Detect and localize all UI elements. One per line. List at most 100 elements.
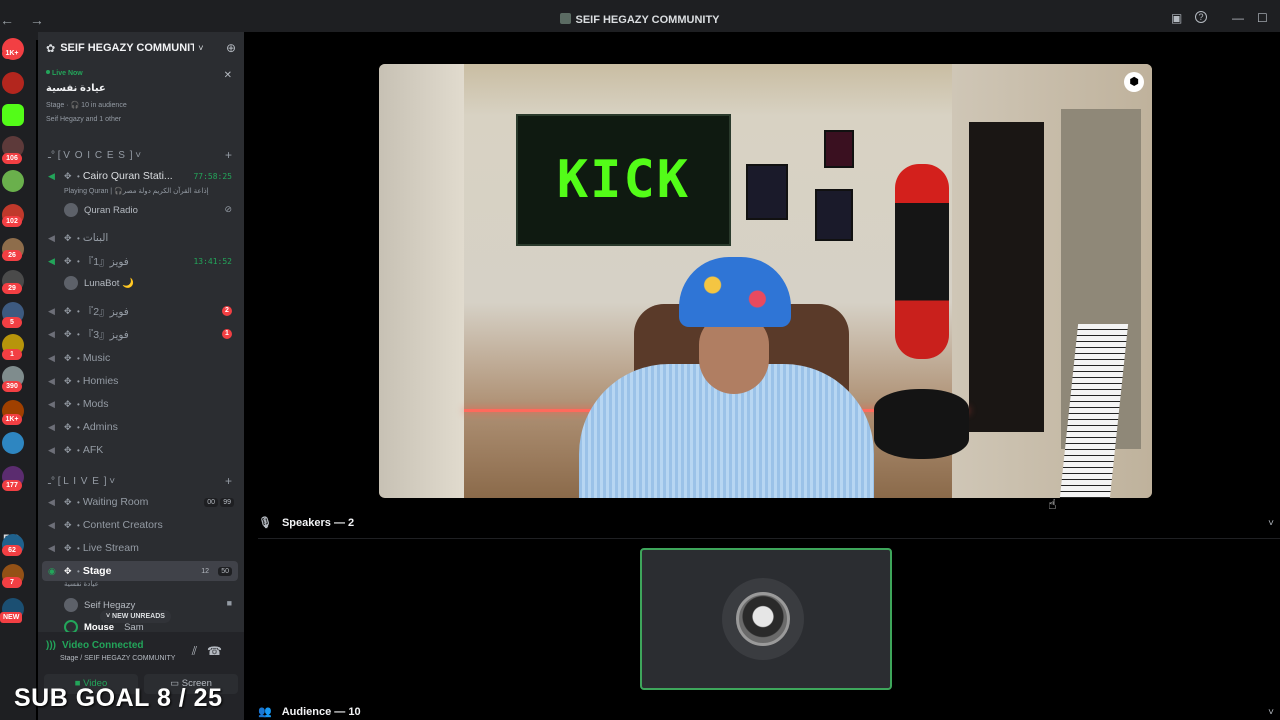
speaker-icon: ◀ xyxy=(48,444,55,455)
maximize-button[interactable]: ☐ xyxy=(1257,11,1268,25)
camera-icon: ■ xyxy=(226,598,232,608)
kick-server-icon[interactable] xyxy=(2,104,24,126)
new-unreads-pill[interactable]: NEW xyxy=(0,612,23,623)
channel-cairo-quran[interactable]: ◀ ✥ • Cairo Quran Stati... 77:58:25 xyxy=(38,166,244,186)
help-icon[interactable]: ? xyxy=(1195,11,1207,23)
rail-badge: 5 xyxy=(2,317,22,328)
live-dot-icon xyxy=(46,70,50,74)
speaker-icon: ◀ xyxy=(48,255,55,266)
noise-suppression-icon[interactable]: ⫽ xyxy=(192,644,207,658)
voice-location: Stage / SEIF HEGAZY COMMUNITY xyxy=(60,655,176,662)
server-icon[interactable] xyxy=(2,72,24,94)
chevron-down-icon: ˅ xyxy=(198,43,204,53)
invite-icon[interactable]: ⊕ xyxy=(226,41,236,55)
sub-goal-overlay: SUB GOAL 8 / 25 xyxy=(14,684,223,712)
channel-admins[interactable]: ◀ ✥ • Admins xyxy=(38,417,244,437)
wall-frame xyxy=(746,164,788,220)
chevron-down-icon[interactable]: ˅ xyxy=(1268,518,1274,529)
channel-icon: ✥ xyxy=(64,305,72,316)
avatar xyxy=(736,592,790,646)
live-now-label: Live Now xyxy=(46,70,236,77)
speaker-icon: ◀ xyxy=(48,170,55,181)
channel-icon: ✥ xyxy=(64,496,72,507)
speakers-header[interactable]: 🎙 Speakers — 2 xyxy=(258,516,354,530)
live-title: عيادة نفسية xyxy=(46,83,106,94)
wall-frame xyxy=(824,130,854,168)
live-now-card[interactable]: Live Now عيادة نفسية Stage · 🎧 10 in aud… xyxy=(38,66,244,136)
camera-settings-icon[interactable]: ⬢ xyxy=(1124,72,1144,92)
rail-badge: 26 xyxy=(2,250,22,261)
people-icon: 👥 xyxy=(258,706,272,718)
wall-frame xyxy=(815,189,853,241)
channel-afk[interactable]: ◀ ✥ • AFK xyxy=(38,440,244,460)
channel-waiting-room[interactable]: ◀ ✥ • Waiting Room 00 99 xyxy=(38,492,244,512)
inbox-icon[interactable]: ▣ xyxy=(1171,11,1182,25)
speaker-icon: ◀ xyxy=(48,398,55,409)
kick-flag: KICK xyxy=(516,114,731,246)
member-lunabot[interactable]: LunaBot 🌙 xyxy=(64,276,134,290)
channel-label: Music xyxy=(82,352,111,364)
channel-icon: ✥ xyxy=(64,444,72,455)
minimize-button[interactable]: — xyxy=(1232,11,1244,25)
channel-music[interactable]: ◀ ✥ • Music xyxy=(38,348,244,368)
mention-badge: 1 xyxy=(222,329,232,339)
channel-timer: 77:58:25 xyxy=(193,171,232,181)
server-name: SEIF HEGAZY COMMUNITY xyxy=(60,42,195,54)
server-header[interactable]: ✿ SEIF HEGAZY COMMUNITY ˅ ⊕ xyxy=(38,32,244,64)
rail-badge: 106 xyxy=(2,153,22,164)
channel-label: Content Creators xyxy=(82,519,163,531)
live-meta: Stage · 🎧 10 in audience xyxy=(46,102,127,109)
signal-icon: ))) xyxy=(46,640,56,651)
speaker-icon: ◀ xyxy=(48,519,55,530)
channel-albanat[interactable]: ◀ ✥ • البنات xyxy=(38,228,244,248)
hand-cursor-icon: ☝ xyxy=(1048,496,1057,512)
chevron-down-icon[interactable]: ˅ xyxy=(1268,707,1274,718)
channel-label: 『1』فويز xyxy=(82,255,129,268)
stage-topic: عيادة نفسية xyxy=(64,581,99,588)
speaker-icon: ◀ xyxy=(48,496,55,507)
rail-badge: 1K+ xyxy=(2,414,22,425)
speaker-icon: ◀ xyxy=(48,375,55,386)
add-channel-icon[interactable]: + xyxy=(225,474,232,488)
channel-live-stream[interactable]: ◀ ✥ • Live Stream xyxy=(38,538,244,558)
server-icon[interactable] xyxy=(2,170,24,192)
video-scene-door xyxy=(969,122,1044,432)
voice-actions: ⫽☎ xyxy=(192,644,232,659)
channel-activity: Playing Quran | 🎧إذاعة القرآن الكريم دول… xyxy=(64,188,209,195)
speaker-tile[interactable] xyxy=(640,548,892,690)
rail-badge: 390 xyxy=(2,381,22,392)
channel-homies[interactable]: ◀ ✥ • Homies xyxy=(38,371,244,391)
member-quran-radio[interactable]: Quran Radio xyxy=(64,203,138,217)
category-voices[interactable]: ـ° [ V O I C E S ] ˅ xyxy=(48,150,141,161)
speaker-icon: ◀ xyxy=(48,328,55,339)
server-icon[interactable] xyxy=(2,432,24,454)
server-rail: 1K+ 106 102 26 29 5 1 390 1K+ 177 PC 62 … xyxy=(0,32,36,720)
user-limit: 99 xyxy=(220,497,234,507)
new-unreads-button[interactable]: ˅ NEW UNREADS xyxy=(100,610,171,623)
channel-icon: ✥ xyxy=(64,232,72,243)
channel-icon: ✥ xyxy=(64,352,72,363)
user-count: 00 xyxy=(204,497,218,507)
close-icon[interactable]: ✕ xyxy=(224,70,232,81)
audience-header[interactable]: 👥 Audience — 10 xyxy=(258,705,361,719)
speaker-icon: ◀ xyxy=(48,421,55,432)
channel-fawiz-2[interactable]: ◀ ✥ • 『2』فويز 2 xyxy=(38,301,244,321)
rail-badge: 102 xyxy=(2,216,22,227)
microphone-icon: 🎙 xyxy=(258,517,272,529)
voice-status[interactable]: ))) Video Connected xyxy=(46,640,144,651)
window-title: SEIF HEGAZY COMMUNITY xyxy=(0,13,1280,26)
channel-mods[interactable]: ◀ ✥ • Mods xyxy=(38,394,244,414)
channel-fawiz-3[interactable]: ◀ ✥ • 『3』فويز 1 xyxy=(38,324,244,344)
category-live[interactable]: ـ° [ L I V E ] ˅ xyxy=(48,476,115,487)
disconnect-icon[interactable]: ☎ xyxy=(207,644,232,658)
channel-content-creators[interactable]: ◀ ✥ • Content Creators xyxy=(38,515,244,535)
channel-fawiz-1[interactable]: ◀ ✥ • 『1』فويز 13:41:52 xyxy=(38,251,244,271)
channel-label: البنات xyxy=(82,232,109,244)
add-channel-icon[interactable]: + xyxy=(225,148,232,162)
video-scene-wall xyxy=(379,64,464,498)
video-stream[interactable]: KICK ⬢ xyxy=(379,64,1152,498)
channel-stage[interactable]: ◉ ✥ • Stage 12 50 xyxy=(42,561,238,581)
mention-badge: 2 xyxy=(222,306,232,316)
rail-badge: 1 xyxy=(2,349,22,360)
channel-label: 『2』فويز xyxy=(82,305,129,318)
